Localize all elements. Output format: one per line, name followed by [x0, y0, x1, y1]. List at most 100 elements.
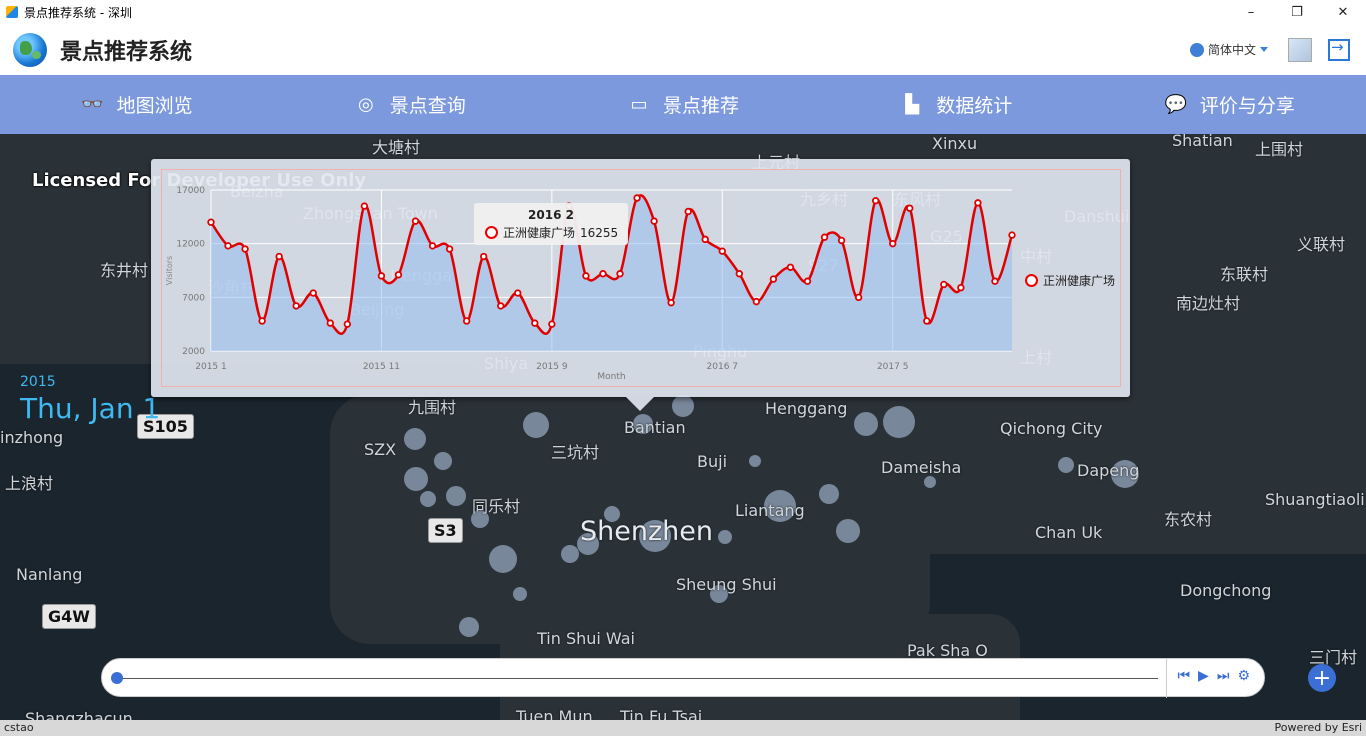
close-button[interactable]: ✕ — [1320, 0, 1366, 24]
previous-icon[interactable]: ⏮ — [1177, 668, 1190, 684]
status-user: cstao — [4, 721, 34, 734]
globe-logo-icon — [13, 32, 47, 67]
chart-legend[interactable]: 正洲健康广场 — [1025, 272, 1115, 289]
next-icon[interactable]: ⏭ — [1217, 668, 1230, 684]
popup-pointer — [626, 397, 654, 411]
nav-map-browse[interactable]: 👓 地图浏览 — [0, 75, 273, 134]
x-tick-label: 2015 9 — [536, 362, 568, 372]
data-point — [854, 293, 863, 302]
x-axis-label: Month — [597, 372, 625, 382]
heat-dot — [446, 486, 466, 506]
data-point — [803, 277, 812, 285]
data-point — [292, 302, 300, 310]
heat-dot — [924, 476, 936, 488]
heat-dot — [718, 530, 732, 544]
data-point — [616, 270, 624, 278]
data-point — [786, 263, 795, 271]
data-point — [1008, 231, 1016, 239]
heat-dot — [836, 519, 860, 543]
nav-spot-query[interactable]: ◎ 景点查询 — [273, 75, 546, 134]
heat-dot — [819, 484, 839, 504]
heat-dot — [420, 491, 436, 507]
slider-divider — [1166, 659, 1167, 698]
y-tick-label: 7000 — [182, 293, 205, 303]
map-place-label: Dongchong — [1180, 581, 1272, 600]
heat-dot — [561, 545, 579, 563]
map-place-label: 同乐村 — [472, 497, 521, 516]
series-marker-icon — [485, 226, 498, 239]
attribution[interactable]: Powered by Esri — [1274, 721, 1362, 734]
chart-icon: ▙ — [905, 93, 920, 115]
heat-dot — [672, 395, 694, 417]
data-point — [207, 218, 215, 226]
road-shield: G4W — [42, 604, 96, 629]
nav-label: 评价与分享 — [1199, 95, 1295, 117]
nav-label: 景点推荐 — [663, 95, 740, 117]
data-point — [650, 217, 658, 225]
data-point — [360, 202, 369, 210]
language-label: 简体中文 — [1207, 43, 1256, 57]
nav-label: 景点查询 — [389, 95, 466, 117]
heat-dot — [523, 412, 549, 438]
heat-dot — [854, 412, 878, 436]
data-point — [871, 197, 880, 205]
map-place-label: Chan Uk — [1035, 523, 1103, 542]
map-place-label: Buji — [697, 452, 728, 471]
data-point — [241, 245, 249, 253]
status-bar: cstao Powered by Esri — [0, 720, 1366, 736]
heat-dot — [404, 467, 428, 491]
y-tick-label: 12000 — [176, 240, 205, 250]
window-controls: – ❐ ✕ — [1228, 0, 1366, 24]
data-point — [684, 207, 692, 216]
current-year: 2015 — [20, 374, 56, 390]
data-point — [701, 235, 709, 244]
nav-review-share[interactable]: 💬 评价与分享 — [1093, 75, 1366, 134]
data-point — [752, 297, 761, 306]
data-point — [224, 242, 232, 250]
data-point — [394, 271, 403, 279]
nav-spot-recommend[interactable]: ▭ 景点推荐 — [546, 75, 819, 134]
exit-icon[interactable] — [1328, 38, 1350, 61]
app-header: 景点推荐系统 简体中文 — [0, 24, 1366, 75]
slider-track[interactable] — [118, 678, 1158, 679]
nav-data-statistics[interactable]: ▙ 数据统计 — [820, 75, 1093, 134]
nav-label: 地图浏览 — [116, 95, 193, 117]
x-tick-label: 2016 7 — [707, 362, 739, 372]
data-point — [735, 270, 744, 278]
data-point — [309, 289, 317, 297]
data-point — [906, 204, 914, 212]
data-point — [991, 277, 999, 285]
map-place-label: 东联村 — [1220, 265, 1269, 284]
data-point — [974, 199, 982, 207]
minimize-button[interactable]: – — [1228, 0, 1274, 24]
heat-dot — [404, 428, 426, 450]
chat-icon: 💬 — [1164, 93, 1188, 115]
time-slider[interactable]: ⏮ ▶ ⏭ ⚙ — [101, 658, 1265, 698]
slider-controls: ⏮ ▶ ⏭ ⚙ — [1177, 668, 1250, 684]
map-place-label: Xinxu — [932, 134, 978, 153]
globe-icon — [1189, 42, 1204, 57]
map-place-label: Bantian — [624, 418, 686, 437]
header-tools: 简体中文 — [1189, 24, 1366, 75]
basemap-toggle-button[interactable] — [1288, 37, 1312, 62]
slider-thumb[interactable] — [111, 672, 123, 684]
data-point — [343, 320, 352, 328]
window-titlebar: 景点推荐系统 - 深圳 – ❐ ✕ — [0, 0, 1366, 24]
map-place-label: 南边灶村 — [1176, 294, 1241, 313]
map-place-label: 东井村 — [100, 261, 149, 280]
tooltip-row: 正洲健康广场 16255 — [485, 224, 628, 241]
data-point — [479, 252, 488, 261]
tooltip-value: 16255 — [580, 225, 619, 240]
map-place-label: 义联村 — [1297, 235, 1346, 254]
play-icon[interactable]: ▶ — [1198, 668, 1209, 684]
map-place-label: Dapeng — [1077, 461, 1140, 480]
map-place-label: Qichong City — [1000, 419, 1103, 438]
data-point — [582, 272, 590, 280]
maximize-button[interactable]: ❐ — [1274, 0, 1320, 24]
heat-dot — [883, 406, 915, 438]
language-selector[interactable]: 简体中文 — [1189, 41, 1268, 58]
heat-dot — [434, 452, 452, 470]
map-place-label: Liantang — [735, 501, 805, 520]
settings-icon[interactable]: ⚙ — [1237, 668, 1250, 684]
add-button[interactable]: + — [1308, 664, 1336, 692]
